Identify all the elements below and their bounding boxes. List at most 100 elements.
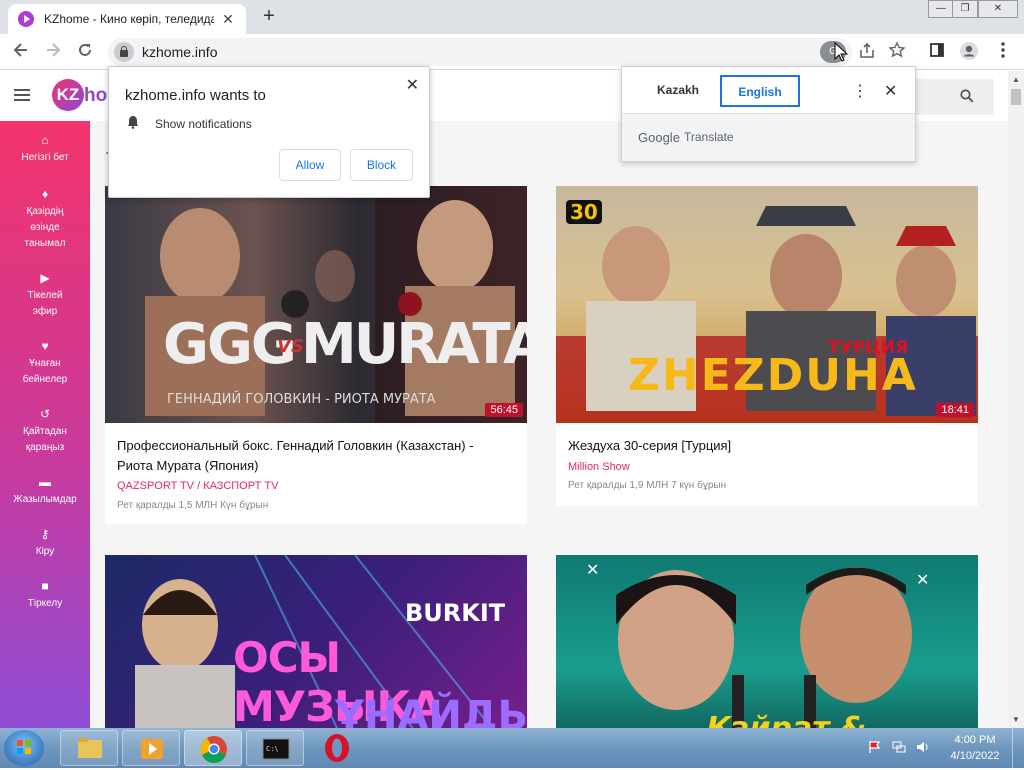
video-grid: Т GGG VS MURATA ГЕННАДИЙ ГОЛОВКИН - РИОТ… — [90, 121, 1008, 728]
video-title[interactable]: Профессиональный бокс. Геннадий Головкин… — [117, 436, 512, 476]
lang-tab-english[interactable]: English — [720, 75, 800, 107]
site-sidebar: ⌂ Негізгі бет ♦ Қазірдің өзінде танымал … — [0, 121, 90, 728]
video-thumbnail[interactable]: BURKIT ОСЫ МУЗЫКА ҰНАЙДЫ — [105, 555, 527, 728]
network-icon[interactable] — [892, 740, 906, 754]
folder-icon — [78, 738, 102, 758]
page-scrollbar[interactable]: ▲ ▼ — [1008, 71, 1024, 728]
command-prompt-icon: C:\ — [262, 738, 290, 760]
translate-close-button[interactable]: ✕ — [884, 81, 897, 101]
video-card[interactable]: BURKIT ОСЫ МУЗЫКА ҰНАЙДЫ — [105, 555, 527, 728]
volume-icon[interactable] — [916, 740, 930, 754]
show-desktop-button[interactable] — [1012, 728, 1024, 768]
home-icon: ⌂ — [41, 133, 49, 147]
address-bar[interactable]: kzhome.info G — [108, 38, 874, 66]
video-title[interactable]: Жездуха 30-серия [Турция] — [568, 436, 963, 456]
sidebar-item-subscriptions[interactable]: ▬ Жазылымдар — [0, 475, 90, 508]
folder-icon: ▬ — [39, 475, 51, 489]
video-meta: Рет қаралды 1,5 МЛН Күн бұрын — [117, 500, 269, 511]
sidebar-item-live[interactable]: ▶ Тікелей эфир — [0, 271, 90, 320]
search-icon[interactable] — [960, 89, 974, 103]
svg-text:C:\: C:\ — [266, 745, 279, 753]
new-tab-button[interactable]: + — [258, 6, 280, 28]
sidebar-item-liked[interactable]: ♥ Ұнаған бейнелер — [0, 339, 90, 388]
allow-button[interactable]: Allow — [279, 149, 341, 181]
video-channel[interactable]: Million Show — [568, 461, 630, 473]
video-thumbnail[interactable]: ✕ ✕ Қайрат & Режиссер — [556, 555, 978, 728]
taskbar-explorer-button[interactable] — [60, 730, 118, 766]
thumbnail-tag: ТУРЦИЯ — [828, 338, 909, 358]
youtube-icon: ▶ — [40, 271, 50, 285]
sidebar-item-login[interactable]: ⚷ Кіру — [0, 527, 90, 560]
clock-date: 4/10/2022 — [950, 750, 1000, 762]
action-center-flag-icon[interactable] — [868, 740, 882, 754]
taskbar-media-player-button[interactable] — [122, 730, 180, 766]
taskbar-cmd-button[interactable]: C:\ — [246, 730, 304, 766]
scroll-up-arrow-icon[interactable]: ▲ — [1012, 75, 1020, 84]
video-channel[interactable]: QAZSPORT TV / КАЗСПОРТ TV — [117, 480, 278, 492]
svg-text:✕: ✕ — [586, 560, 599, 579]
sidebar-item-label: Жазылымдар — [13, 494, 77, 505]
clock-time: 4:00 PM — [954, 734, 996, 746]
sidebar-item-trending[interactable]: ♦ Қазірдің өзінде танымал — [0, 187, 90, 252]
windows-logo-icon — [17, 740, 31, 754]
thumbnail-title: Қайрат & Режиссер — [706, 711, 978, 728]
video-thumbnail[interactable]: 30 ZHEZDUHA ТУРЦИЯ 18:41 — [556, 186, 978, 423]
lock-icon[interactable] — [114, 42, 134, 62]
thumbnail-title-murata: MURATA — [301, 312, 527, 377]
sidebar-item-label: Кіру — [35, 546, 55, 557]
tab-close-button[interactable]: ✕ — [220, 11, 236, 28]
reload-icon[interactable] — [74, 41, 96, 63]
block-button[interactable]: Block — [350, 149, 413, 181]
bell-icon — [128, 116, 138, 129]
site-logo-text[interactable]: ho — [84, 85, 107, 107]
tab-title: KZhome - Кино көріп, теледидар — [44, 12, 214, 26]
lang-tab-kazakh[interactable]: Kazakh — [636, 75, 720, 107]
maximize-button[interactable]: ❐ — [952, 0, 978, 18]
forward-icon[interactable] — [42, 41, 64, 63]
side-panel-icon[interactable] — [926, 41, 948, 63]
video-duration: 18:41 — [936, 403, 974, 417]
video-card[interactable]: ✕ ✕ Қайрат & Режиссер — [556, 555, 978, 728]
browser-toolbar: kzhome.info G — [0, 34, 1024, 70]
site-logo[interactable]: KZ — [52, 79, 84, 111]
share-icon[interactable] — [858, 42, 876, 63]
site-search-input[interactable] — [914, 79, 994, 115]
google-logo: Google — [638, 130, 680, 145]
sidebar-item-register[interactable]: ■ Тіркелу — [0, 579, 90, 612]
sidebar-item-home[interactable]: ⌂ Негізгі бет — [0, 133, 90, 166]
translate-brand-label: Translate — [684, 130, 734, 144]
back-icon[interactable] — [10, 41, 32, 63]
system-clock[interactable]: 4:00 PM 4/10/2022 — [940, 732, 1010, 764]
sidebar-item-label: Қазірдің өзінде танымал — [24, 206, 66, 249]
thumbnail-subtitle: ГЕННАДИЙ ГОЛОВКИН - РИОТА МУРАТА — [167, 392, 436, 407]
window-close-button[interactable]: ✕ — [978, 0, 1018, 18]
video-thumbnail[interactable]: GGG VS MURATA ГЕННАДИЙ ГОЛОВКИН - РИОТА … — [105, 186, 527, 423]
site-favicon-icon — [18, 11, 34, 27]
notification-permission-popup: kzhome.info wants to ✕ Show notification… — [108, 66, 430, 198]
translate-popup: Kazakh English ⋮ ✕ Google Translate — [621, 66, 916, 162]
bookmark-star-icon[interactable] — [886, 41, 908, 63]
video-card[interactable]: 30 ZHEZDUHA ТУРЦИЯ 18:41 Жездуха 30-сери… — [556, 186, 978, 506]
url-text[interactable]: kzhome.info — [142, 44, 217, 60]
browser-tab[interactable]: KZhome - Кино көріп, теледидар ✕ — [8, 4, 246, 34]
heart-icon: ♥ — [41, 339, 49, 353]
taskbar-opera-button[interactable] — [308, 730, 366, 766]
thumbnail-episode-number: 30 — [566, 200, 602, 224]
mouse-cursor-icon — [834, 42, 848, 62]
scrollbar-thumb[interactable] — [1011, 89, 1021, 105]
popup-close-button[interactable]: ✕ — [406, 75, 419, 95]
video-card[interactable]: GGG VS MURATA ГЕННАДИЙ ГОЛОВКИН - РИОТА … — [105, 186, 527, 524]
thumbnail-art — [145, 186, 527, 423]
sidebar-item-history[interactable]: ↺ Қайтадан қараңыз — [0, 407, 90, 456]
minimize-button[interactable]: — — [928, 0, 954, 18]
profile-avatar-icon[interactable] — [958, 41, 980, 63]
more-options-icon[interactable]: ⋮ — [852, 81, 868, 101]
taskbar-chrome-button[interactable] — [184, 730, 242, 766]
svg-text:✕: ✕ — [916, 570, 929, 589]
sidebar-item-label: Тікелей эфир — [27, 290, 63, 317]
hamburger-menu-icon[interactable] — [14, 89, 30, 101]
start-button[interactable] — [4, 730, 44, 766]
scroll-down-arrow-icon[interactable]: ▼ — [1012, 715, 1020, 724]
windows-taskbar: C:\ 4:00 PM 4/10/2022 — [0, 728, 1024, 768]
browser-menu-icon[interactable] — [992, 41, 1014, 63]
